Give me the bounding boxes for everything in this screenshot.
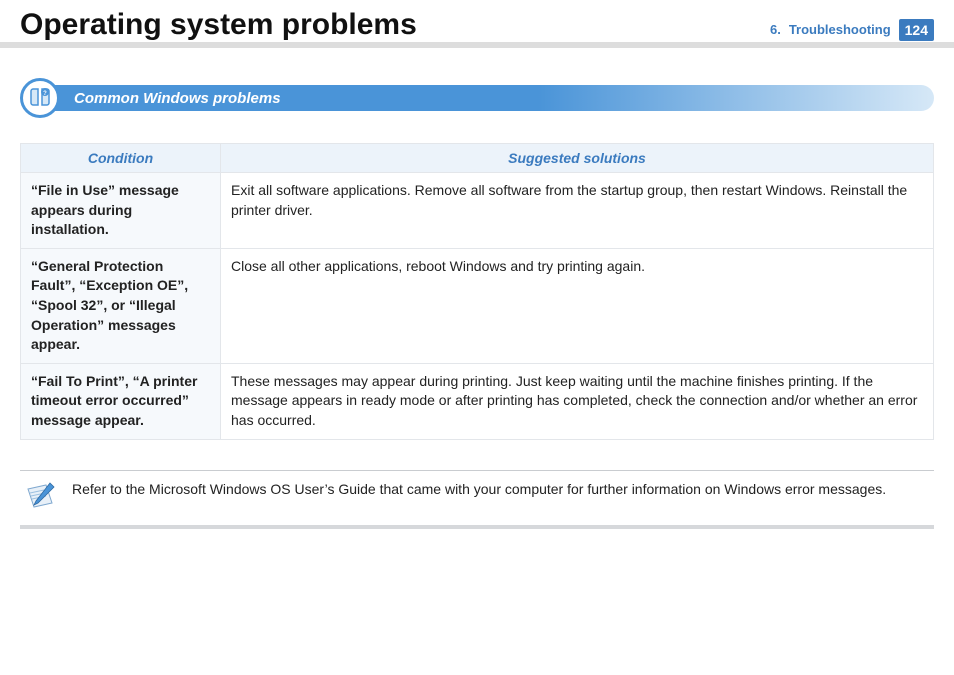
page-title: Operating system problems [20,8,417,42]
section-title: Common Windows problems [74,90,281,107]
book-question-icon: ? [20,78,60,118]
section-header: ? Common Windows problems [20,78,934,118]
col-header-condition: Condition [21,144,221,173]
section-title-bar: Common Windows problems [54,85,934,111]
page-header: Operating system problems 6. Troubleshoo… [0,0,954,48]
note-box: Refer to the Microsoft Windows OS User’s… [20,470,934,529]
page-number-badge: 124 [899,19,934,41]
condition-cell: “Fail To Print”, “A printer timeout erro… [21,363,221,439]
problems-table: Condition Suggested solutions “File in U… [20,143,934,440]
table-row: “Fail To Print”, “A printer timeout erro… [21,363,934,439]
note-icon [24,481,58,511]
svg-text:?: ? [43,91,47,97]
solution-cell: These messages may appear during printin… [221,363,934,439]
condition-cell: “General Protection Fault”, “Exception O… [21,248,221,363]
note-text: Refer to the Microsoft Windows OS User’s… [72,481,886,497]
breadcrumb: 6. Troubleshooting 124 [770,19,934,41]
table-row: “General Protection Fault”, “Exception O… [21,248,934,363]
table-row: “File in Use” message appears during ins… [21,173,934,249]
condition-cell: “File in Use” message appears during ins… [21,173,221,249]
breadcrumb-number: 6. [770,22,781,37]
breadcrumb-text: Troubleshooting [789,22,891,37]
solution-cell: Close all other applications, reboot Win… [221,248,934,363]
solution-cell: Exit all software applications. Remove a… [221,173,934,249]
col-header-solutions: Suggested solutions [221,144,934,173]
